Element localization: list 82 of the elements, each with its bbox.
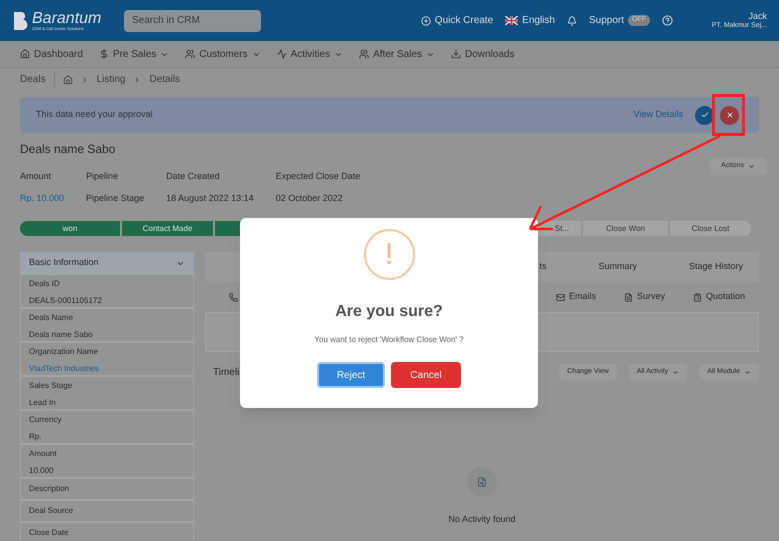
pipeline-stage[interactable]: Close Won [583, 221, 670, 236]
info-value: 10.000 [29, 465, 54, 477]
breadcrumb-link[interactable]: Details [149, 72, 180, 87]
field-label: Expected Close Date [276, 170, 360, 183]
info-label: Currency [29, 414, 62, 426]
field-label: Amount [20, 170, 52, 183]
nav-item[interactable]: Pre Sales [98, 46, 170, 62]
dialog-message: You want to reject 'Workflow Close Won' ? [314, 334, 464, 346]
info-label: Organization Name [29, 346, 99, 358]
chevron-icon [744, 368, 751, 376]
field-value: 02 October 2022 [276, 192, 344, 204]
reject-button[interactable] [720, 106, 739, 124]
language-button[interactable]: English [505, 13, 555, 28]
tab-icon [624, 292, 633, 302]
pipeline-stage[interactable]: Contact Made [122, 221, 215, 236]
plus-icon [420, 16, 431, 26]
info-label: Close Date [29, 527, 70, 539]
user-name: Jack [748, 10, 767, 22]
activity-tab[interactable]: Quotation [692, 290, 745, 304]
field-value: Pipeline Stage [86, 192, 144, 205]
nav-icon [185, 49, 196, 59]
chevron-icon [672, 368, 680, 376]
cancel-button[interactable]: Cancel [391, 362, 461, 388]
nav-icon [359, 49, 370, 59]
chevron-icon [748, 163, 755, 170]
notification-icon[interactable] [566, 16, 577, 26]
warning-icon: ! [364, 229, 414, 280]
info-label: Sales Stage [29, 380, 74, 392]
activity-tab[interactable]: Emails [556, 290, 596, 304]
info-value: DEALS-0001105172 [29, 295, 103, 307]
check-icon [700, 111, 708, 119]
detail-tab[interactable]: ts [539, 260, 546, 274]
highlight-frame [712, 94, 745, 136]
flag-icon [505, 16, 518, 25]
activity-tab[interactable]: Survey [624, 290, 665, 304]
nav-item[interactable]: Downloads [451, 46, 514, 62]
nav-icon [20, 49, 30, 59]
nav-item[interactable]: After Sales [359, 46, 436, 62]
view-details-link[interactable]: View Details [634, 108, 683, 122]
tab-icon [556, 292, 565, 302]
nav-item[interactable]: Activities [276, 46, 344, 62]
nav-item[interactable]: Dashboard [20, 46, 83, 62]
field-label: Date Created [166, 170, 221, 183]
info-label: Deals Name [29, 312, 74, 324]
detail-tab[interactable]: Summary [598, 260, 637, 274]
nav-item[interactable]: Customers [185, 46, 261, 62]
field-label: Pipeline [86, 170, 120, 183]
search-field[interactable]: Search in CRM [124, 10, 261, 32]
pipeline-stage[interactable]: won [20, 221, 122, 236]
close-icon [726, 111, 734, 119]
phone-icon[interactable] [229, 292, 238, 302]
empty-state-icon [477, 477, 487, 487]
quick-create-button[interactable]: Quick Create [420, 13, 494, 28]
help-icon[interactable] [662, 15, 673, 26]
timeline-title: Timeli [213, 366, 240, 380]
info-label: Description [29, 483, 70, 495]
info-value[interactable]: VladTech Industries [29, 363, 185, 375]
breadcrumb-link[interactable]: Listing [96, 72, 126, 87]
logo-name: Barantum [32, 10, 102, 26]
dialog-title: Are you sure? [335, 302, 443, 322]
empty-message: No Activity found [448, 513, 516, 526]
home-icon[interactable] [62, 74, 73, 84]
basic-info-header[interactable]: Basic Information [21, 253, 193, 273]
logo-icon [12, 10, 28, 30]
tab-icon [692, 292, 702, 302]
info-value: Lead In [29, 397, 57, 409]
detail-tab[interactable]: Stage History [688, 260, 743, 274]
info-value: Rp. [29, 431, 42, 443]
confirm-button[interactable]: Reject [317, 362, 385, 388]
info-value: Deals name Sabo [29, 329, 94, 341]
nav-icon [98, 49, 109, 59]
info-label: Amount [29, 448, 58, 460]
info-label: Deal Source [29, 505, 74, 517]
pipeline-stage[interactable]: Close Lost [670, 221, 753, 236]
nav-icon [276, 49, 287, 59]
approval-message: This data need your approval [36, 108, 153, 122]
field-value: 18 August 2022 13:14 [166, 192, 254, 205]
nav-icon [451, 49, 462, 59]
page-title: Deals [20, 72, 55, 87]
deal-title: Deals name Sabo [20, 141, 116, 158]
info-label: Deals ID [29, 278, 61, 290]
support-label: Support [588, 14, 624, 28]
